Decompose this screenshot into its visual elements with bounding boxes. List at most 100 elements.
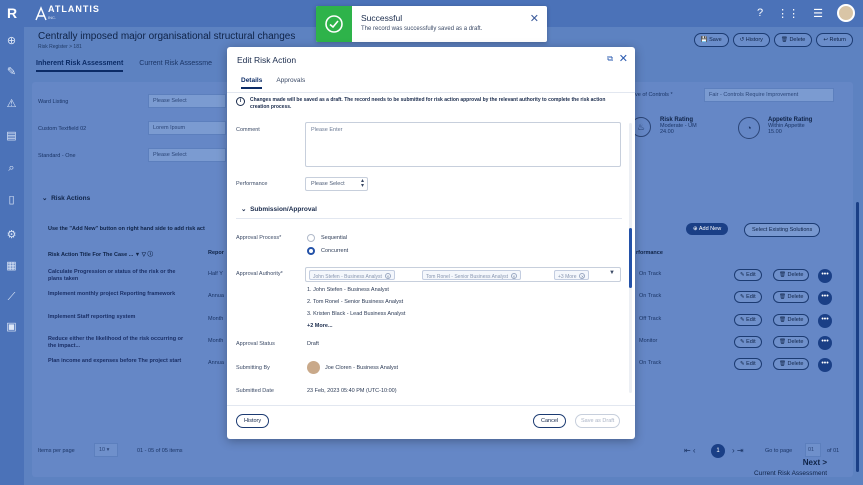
close-icon[interactable]: ✕ — [619, 52, 628, 65]
approver-list-item: 2. Tom Ronel - Senior Business Analyst — [307, 299, 404, 305]
table-row-title[interactable]: Calculate Progression or status of the r… — [48, 269, 188, 283]
table-row-title[interactable]: Implement Staff reporting system — [48, 314, 188, 321]
search-document-icon[interactable]: ⌕ — [4, 161, 19, 176]
assessment-tabs: Inherent Risk Assessment Current Risk As… — [36, 60, 212, 72]
page-scrollbar[interactable] — [856, 202, 859, 472]
apps-grid-icon[interactable]: ⋮⋮ — [777, 7, 799, 20]
tab-approvals[interactable]: Approvals — [276, 77, 305, 89]
hamburger-menu-icon[interactable]: ☰ — [813, 7, 823, 20]
radio-sequential-label[interactable]: Sequential — [321, 235, 347, 241]
more-options-icon[interactable]: ••• — [818, 269, 832, 283]
row-edit-button[interactable]: ✎ Edit — [734, 336, 762, 348]
top-icons: ? ⋮⋮ ☰ — [757, 4, 855, 22]
breadcrumb[interactable]: Risk Register > 181 — [38, 44, 82, 50]
sidebar: ⊕ ✎ ⚠ ▤ ⌕ ▯ ⚙ ▦ ⟋ ▣ — [0, 27, 24, 485]
approval-status-label: Approval Status — [236, 341, 275, 347]
submission-approval-heading[interactable]: ⌄ Submission/Approval — [241, 205, 317, 213]
risk-rating: Risk Rating Moderate - UM 24.00 — [660, 117, 697, 135]
more-options-icon[interactable]: ••• — [818, 314, 832, 328]
more-options-icon[interactable]: ••• — [818, 291, 832, 305]
select-existing-button[interactable]: Select Existing Solutions — [744, 223, 821, 237]
tab-details[interactable]: Details — [241, 77, 263, 89]
row-delete-button[interactable]: 🗑 Delete — [773, 358, 810, 370]
more-options-icon[interactable]: ••• — [818, 336, 832, 350]
report-icon[interactable]: ▣ — [4, 320, 19, 335]
col-performance-header[interactable]: rformance — [636, 250, 663, 256]
comment-textarea[interactable]: Please Enter — [305, 122, 621, 167]
add-circle-icon[interactable]: ⊕ — [4, 34, 19, 49]
chip-remove-icon[interactable]: ✕ — [384, 272, 391, 279]
bar-chart-icon[interactable]: ▦ — [4, 259, 19, 274]
first-page-icon[interactable]: ⇤ ‹ — [684, 446, 696, 455]
save-button[interactable]: 💾 Save — [693, 33, 729, 47]
custom-textfield-label: Custom Textfield 02 — [38, 126, 87, 132]
tab-current-risk[interactable]: Current Risk Assessme — [139, 60, 212, 72]
expand-icon[interactable]: ⧉ — [607, 54, 613, 64]
chip-more[interactable]: +3 More ✕ — [554, 270, 590, 280]
approval-authority-multiselect[interactable]: John Stefen - Business Analyst ✕ Tom Rone… — [305, 267, 621, 282]
row-edit-button[interactable]: ✎ Edit — [734, 314, 762, 326]
help-icon[interactable]: ? — [757, 7, 763, 19]
col-title-header[interactable]: Risk Action Title For The Case ... ▼ ▽ ⓘ — [48, 250, 153, 258]
standard-one-select[interactable]: Please Select — [148, 148, 226, 162]
add-new-button[interactable]: ⊕ Add New — [686, 223, 729, 235]
modal-scrollbar[interactable] — [629, 123, 632, 393]
return-button[interactable]: ↩ Return — [816, 33, 853, 47]
modal-divider — [227, 92, 635, 93]
performance-select[interactable]: Please Select ▴ ▾ — [305, 177, 368, 191]
risk-rating-number: 24.00 — [660, 129, 674, 135]
chip-tom-ronel[interactable]: Tom Ronel - Senior Business Analyst ✕ — [422, 270, 521, 280]
modal-cancel-button[interactable]: Cancel — [533, 414, 567, 428]
page-title: Centrally imposed major organisational s… — [38, 31, 296, 42]
save-as-draft-button[interactable]: Save as Draft — [575, 414, 621, 428]
row-edit-button[interactable]: ✎ Edit — [734, 358, 762, 370]
logo-subtext: INC. — [48, 15, 56, 20]
settings-list-icon[interactable]: ⚙ — [4, 228, 19, 243]
table-row-title[interactable]: Plan income and expenses before The proj… — [48, 358, 188, 365]
more-approvers-link[interactable]: +2 More... — [307, 323, 333, 329]
more-options-icon[interactable]: ••• — [818, 358, 832, 372]
table-row-title[interactable]: Implement monthly project Reporting fram… — [48, 291, 188, 298]
delete-button[interactable]: 🗑 Delete — [773, 33, 813, 47]
chip-remove-icon[interactable]: ✕ — [510, 272, 517, 279]
dropdown-caret-icon[interactable]: ▼ — [609, 270, 615, 276]
row-edit-button[interactable]: ✎ Edit — [734, 291, 762, 303]
risk-actions-heading[interactable]: ⌄ Risk Actions — [42, 194, 90, 202]
line-chart-icon[interactable]: ⟋ — [4, 290, 19, 305]
row-delete-button[interactable]: 🗑 Delete — [773, 291, 810, 303]
toast-close-icon[interactable]: ✕ — [530, 12, 539, 25]
table-row-title[interactable]: Reduce either the likelihood of the risk… — [48, 336, 188, 350]
table-row-performance: Monitor — [639, 338, 658, 344]
history-button[interactable]: ↺ History — [732, 33, 770, 47]
radio-sequential[interactable] — [307, 234, 315, 242]
row-delete-button[interactable]: 🗑 Delete — [773, 336, 810, 348]
col-report-header[interactable]: Repor — [208, 250, 224, 256]
goto-page-input[interactable]: 01 — [805, 443, 821, 457]
comment-label: Comment — [236, 127, 260, 133]
chip-remove-icon[interactable]: ✕ — [579, 272, 586, 279]
row-delete-button[interactable]: 🗑 Delete — [773, 314, 810, 326]
items-per-page-select[interactable]: 10 ▾ — [94, 443, 118, 457]
last-page-icon[interactable]: › ⇥ — [732, 446, 744, 455]
modal-scroll-thumb[interactable] — [629, 228, 632, 288]
custom-textfield-input[interactable]: Lorem Ipsum — [148, 121, 226, 135]
submitted-by-value: Joe Cloren - Business Analyst — [325, 365, 399, 371]
file-icon[interactable]: ▯ — [4, 193, 19, 208]
performance-label: Performance — [236, 181, 268, 187]
radio-concurrent[interactable] — [307, 247, 315, 255]
ward-listing-select[interactable]: Please Select — [148, 94, 226, 108]
table-row-frequency: Month — [208, 316, 224, 322]
modal-history-button[interactable]: History — [236, 414, 270, 428]
next-link[interactable]: Next > — [803, 458, 827, 467]
user-avatar[interactable] — [837, 4, 855, 22]
radio-concurrent-label[interactable]: Concurrent — [321, 248, 348, 254]
row-delete-button[interactable]: 🗑 Delete — [773, 269, 810, 281]
row-edit-button[interactable]: ✎ Edit — [734, 269, 762, 281]
user-edit-icon[interactable]: ✎ — [4, 65, 19, 80]
document-icon[interactable]: ▤ — [4, 129, 19, 144]
tab-inherent-risk[interactable]: Inherent Risk Assessment — [36, 60, 124, 72]
chip-john-stefen[interactable]: John Stefen - Business Analyst ✕ — [309, 270, 395, 280]
controls-select[interactable]: Fair - Controls Require Improvement — [704, 88, 834, 102]
page-number-current[interactable]: 1 — [711, 444, 725, 458]
warning-icon[interactable]: ⚠ — [4, 97, 19, 112]
